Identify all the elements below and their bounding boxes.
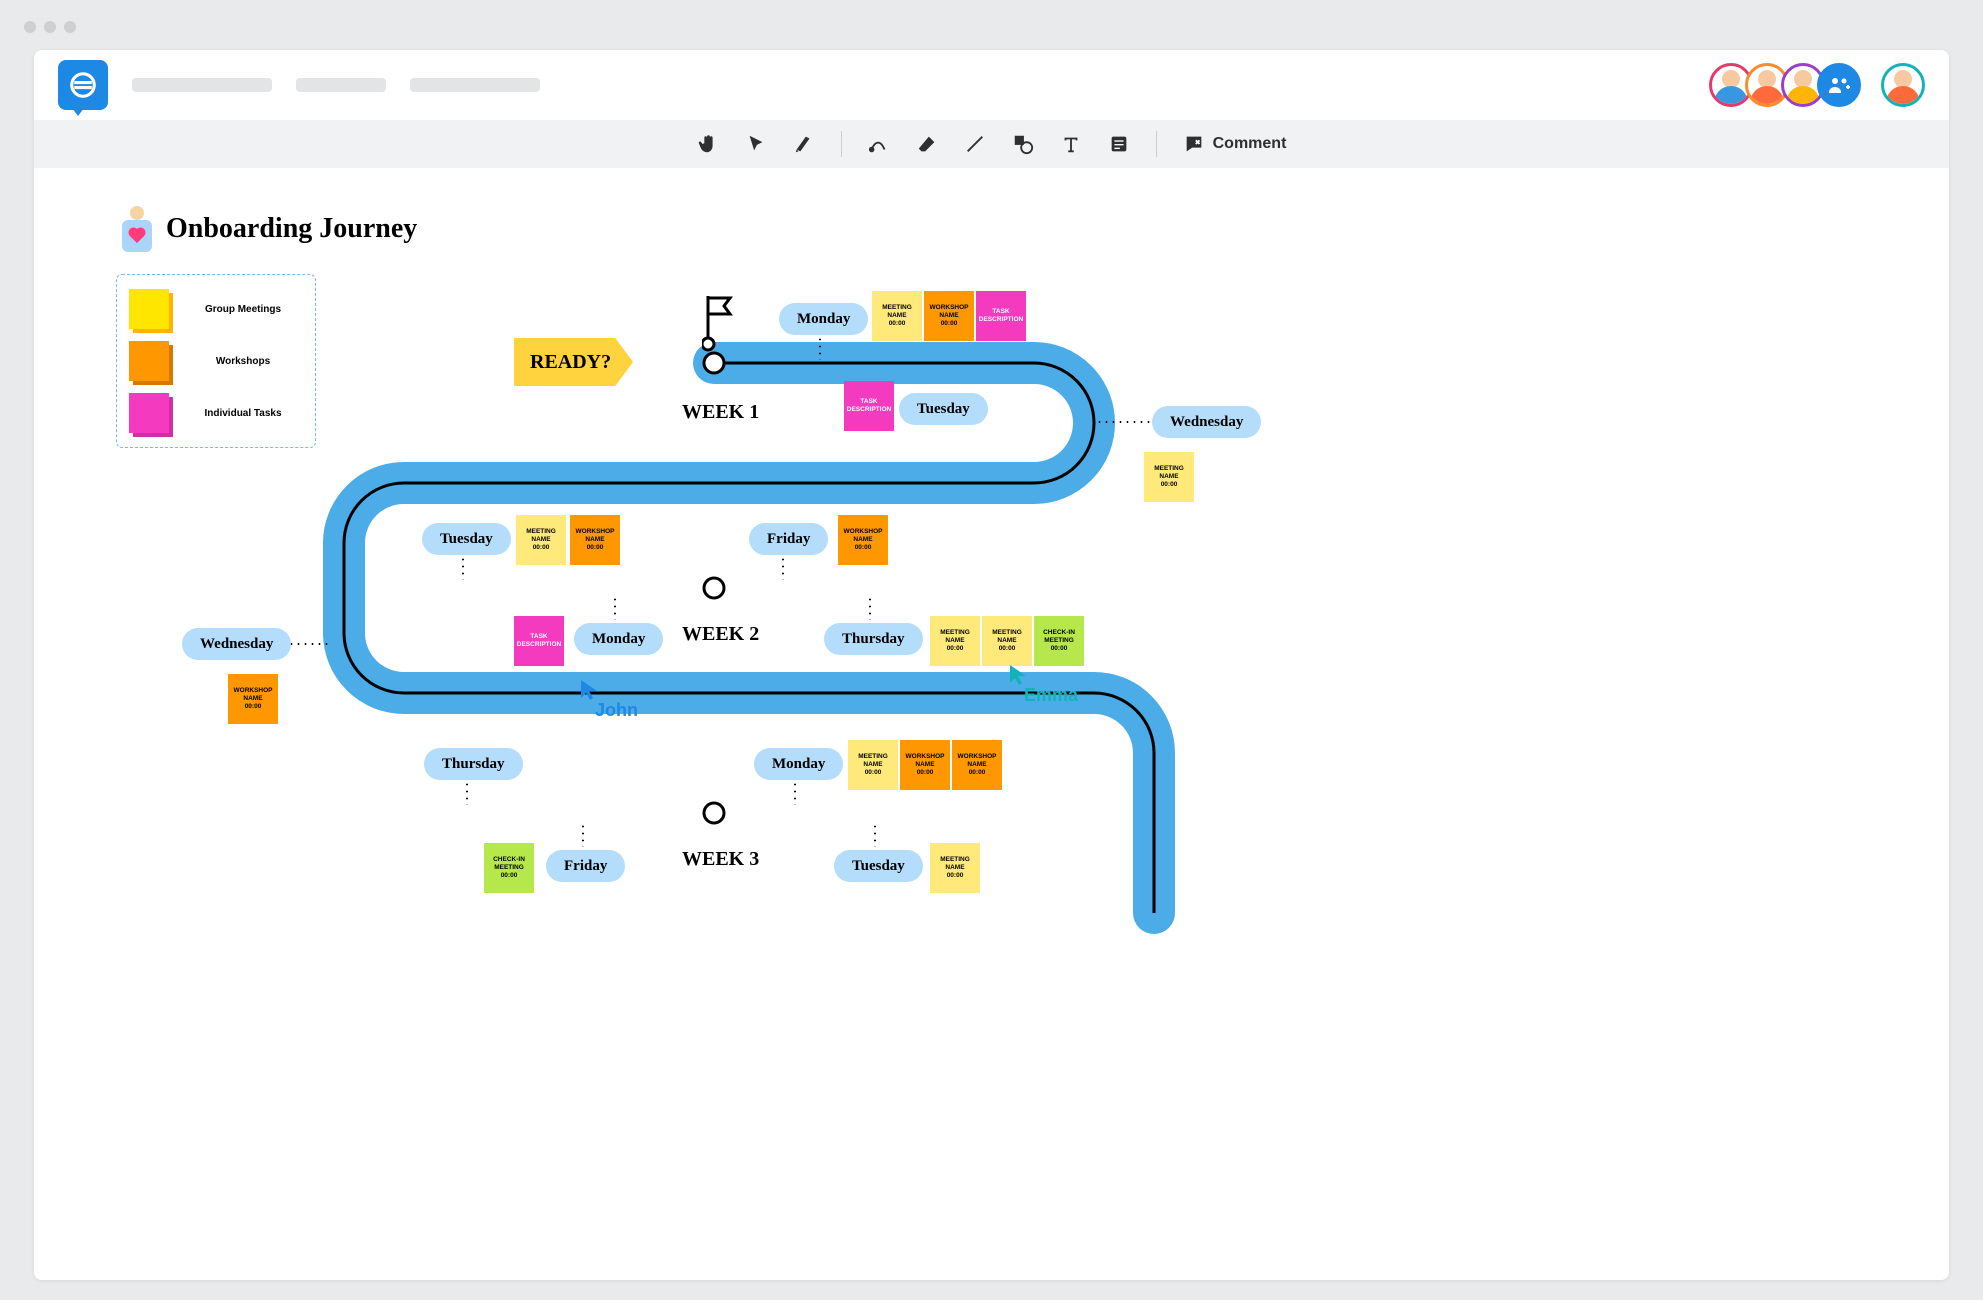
- sticky-note[interactable]: MEETING NAME00:00: [982, 616, 1032, 666]
- add-collaborator-button[interactable]: [1817, 63, 1861, 107]
- connector: [462, 556, 464, 580]
- hand-tool-icon[interactable]: [697, 133, 719, 155]
- day-pill[interactable]: Friday: [749, 523, 828, 555]
- sticky-note[interactable]: WORKSHOP NAME00:00: [228, 674, 278, 724]
- connector: [614, 596, 616, 620]
- day-pill[interactable]: Tuesday: [422, 523, 511, 555]
- shape-tool-icon[interactable]: [1012, 133, 1034, 155]
- connector: [819, 336, 821, 360]
- marker-tool-icon[interactable]: [793, 133, 815, 155]
- toolbar-separator: [1156, 131, 1157, 157]
- week-label-1: WEEK 1: [682, 401, 759, 424]
- select-tool-icon[interactable]: [745, 133, 767, 155]
- sticky-note[interactable]: MEETING NAME00:00: [848, 740, 898, 790]
- comment-label: Comment: [1213, 135, 1287, 153]
- sticky-note[interactable]: MEETING NAME00:00: [516, 515, 566, 565]
- week-label-3: WEEK 3: [682, 848, 759, 871]
- browser-window: Comment Onboarding Journey Group Meeting…: [10, 10, 1973, 1290]
- day-pill[interactable]: Wednesday: [182, 628, 291, 660]
- toolbar: Comment: [34, 120, 1949, 168]
- app-frame: Comment Onboarding Journey Group Meeting…: [34, 50, 1949, 1280]
- window-close-icon[interactable]: [24, 21, 36, 33]
- text-tool-icon[interactable]: [1060, 133, 1082, 155]
- sticky-note[interactable]: CHECK-IN MEETING00:00: [484, 843, 534, 893]
- connector: [869, 596, 871, 620]
- connector: [466, 781, 468, 805]
- day-pill[interactable]: Thursday: [424, 748, 523, 780]
- sticky-note[interactable]: MEETING NAME00:00: [872, 291, 922, 341]
- connector: [874, 823, 876, 847]
- breadcrumb-placeholder: [410, 78, 540, 92]
- sticky-note[interactable]: TASK DESCRIPTION: [514, 616, 564, 666]
- start-flag-icon: [702, 296, 736, 357]
- whiteboard-canvas[interactable]: Onboarding Journey Group Meetings Worksh…: [34, 168, 1949, 1280]
- sticky-note[interactable]: WORKSHOP NAME00:00: [952, 740, 1002, 790]
- day-pill[interactable]: Tuesday: [834, 850, 923, 882]
- day-pill[interactable]: Wednesday: [1152, 406, 1261, 438]
- topbar: [34, 50, 1949, 120]
- sticky-note[interactable]: MEETING NAME00:00: [1144, 452, 1194, 502]
- sticky-note[interactable]: TASK DESCRIPTION: [976, 291, 1026, 341]
- cursor-john: John: [579, 678, 638, 721]
- sticky-note[interactable]: WORKSHOP NAME00:00: [570, 515, 620, 565]
- day-pill[interactable]: Friday: [546, 850, 625, 882]
- current-user-avatar[interactable]: [1881, 63, 1925, 107]
- window-zoom-icon[interactable]: [64, 21, 76, 33]
- day-pill[interactable]: Monday: [574, 623, 663, 655]
- app-logo-icon[interactable]: [58, 60, 108, 110]
- line-tool-icon[interactable]: [964, 133, 986, 155]
- sticky-note[interactable]: TASK DESCRIPTION: [844, 381, 894, 431]
- week-label-2: WEEK 2: [682, 623, 759, 646]
- eraser-tool-icon[interactable]: [916, 133, 938, 155]
- sticky-note[interactable]: MEETING NAME00:00: [930, 843, 980, 893]
- presence-avatars: [1709, 63, 1925, 107]
- breadcrumb-placeholder: [132, 78, 272, 92]
- toolbar-separator: [841, 131, 842, 157]
- window-titlebar: [10, 10, 1973, 44]
- sticky-note[interactable]: MEETING NAME00:00: [930, 616, 980, 666]
- day-pill[interactable]: Monday: [779, 303, 868, 335]
- connector: [782, 556, 784, 580]
- day-pill[interactable]: Thursday: [824, 623, 923, 655]
- connector: [794, 781, 796, 805]
- connector: [582, 823, 584, 847]
- sticky-note[interactable]: WORKSHOP NAME00:00: [900, 740, 950, 790]
- sticky-note[interactable]: CHECK-IN MEETING00:00: [1034, 616, 1084, 666]
- window-minimize-icon[interactable]: [44, 21, 56, 33]
- comment-button[interactable]: Comment: [1183, 133, 1287, 155]
- breadcrumb-placeholder: [296, 78, 386, 92]
- connector: [1096, 421, 1152, 423]
- pen-tool-icon[interactable]: [868, 133, 890, 155]
- cursor-emma: Emma: [1008, 663, 1078, 706]
- note-tool-icon[interactable]: [1108, 133, 1130, 155]
- day-pill[interactable]: Tuesday: [899, 393, 988, 425]
- sticky-note[interactable]: WORKSHOP NAME00:00: [924, 291, 974, 341]
- sticky-note[interactable]: WORKSHOP NAME00:00: [838, 515, 888, 565]
- day-pill[interactable]: Monday: [754, 748, 843, 780]
- ready-arrow[interactable]: READY?: [514, 338, 633, 386]
